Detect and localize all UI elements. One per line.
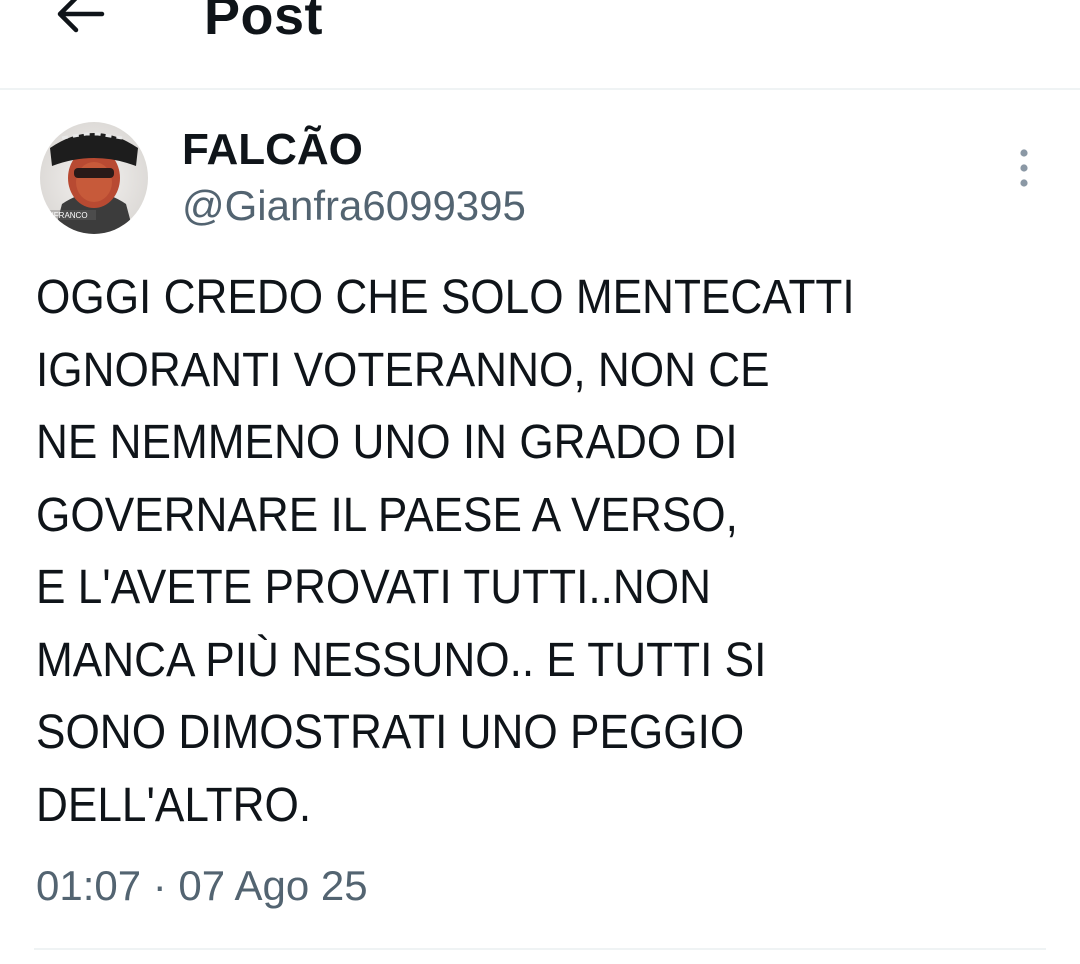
- avatar-caption-text: NFRANCO: [48, 211, 88, 220]
- post-timestamp[interactable]: 01:07 · 07 Ago 25: [36, 858, 368, 914]
- vertical-ellipsis-icon: [1020, 149, 1028, 187]
- avatar-image: NFRANCO: [40, 122, 148, 234]
- author-display-name[interactable]: FALCÃO: [182, 124, 363, 176]
- post-detail-screen: Post NFRANCO FALCÃO @Gianfra6099395 OGGI…: [0, 0, 1080, 964]
- divider: [34, 948, 1046, 950]
- author-handle[interactable]: @Gianfra6099395: [182, 180, 526, 232]
- more-options-button[interactable]: [1004, 144, 1044, 192]
- back-button[interactable]: [52, 0, 108, 42]
- top-bar: Post: [0, 0, 1080, 90]
- arrow-left-icon: [57, 0, 105, 33]
- page-title: Post: [204, 0, 324, 46]
- avatar[interactable]: NFRANCO: [40, 122, 148, 234]
- post-text: OGGI CREDO CHE SOLO MENTECATTI IGNORANTI…: [36, 271, 855, 832]
